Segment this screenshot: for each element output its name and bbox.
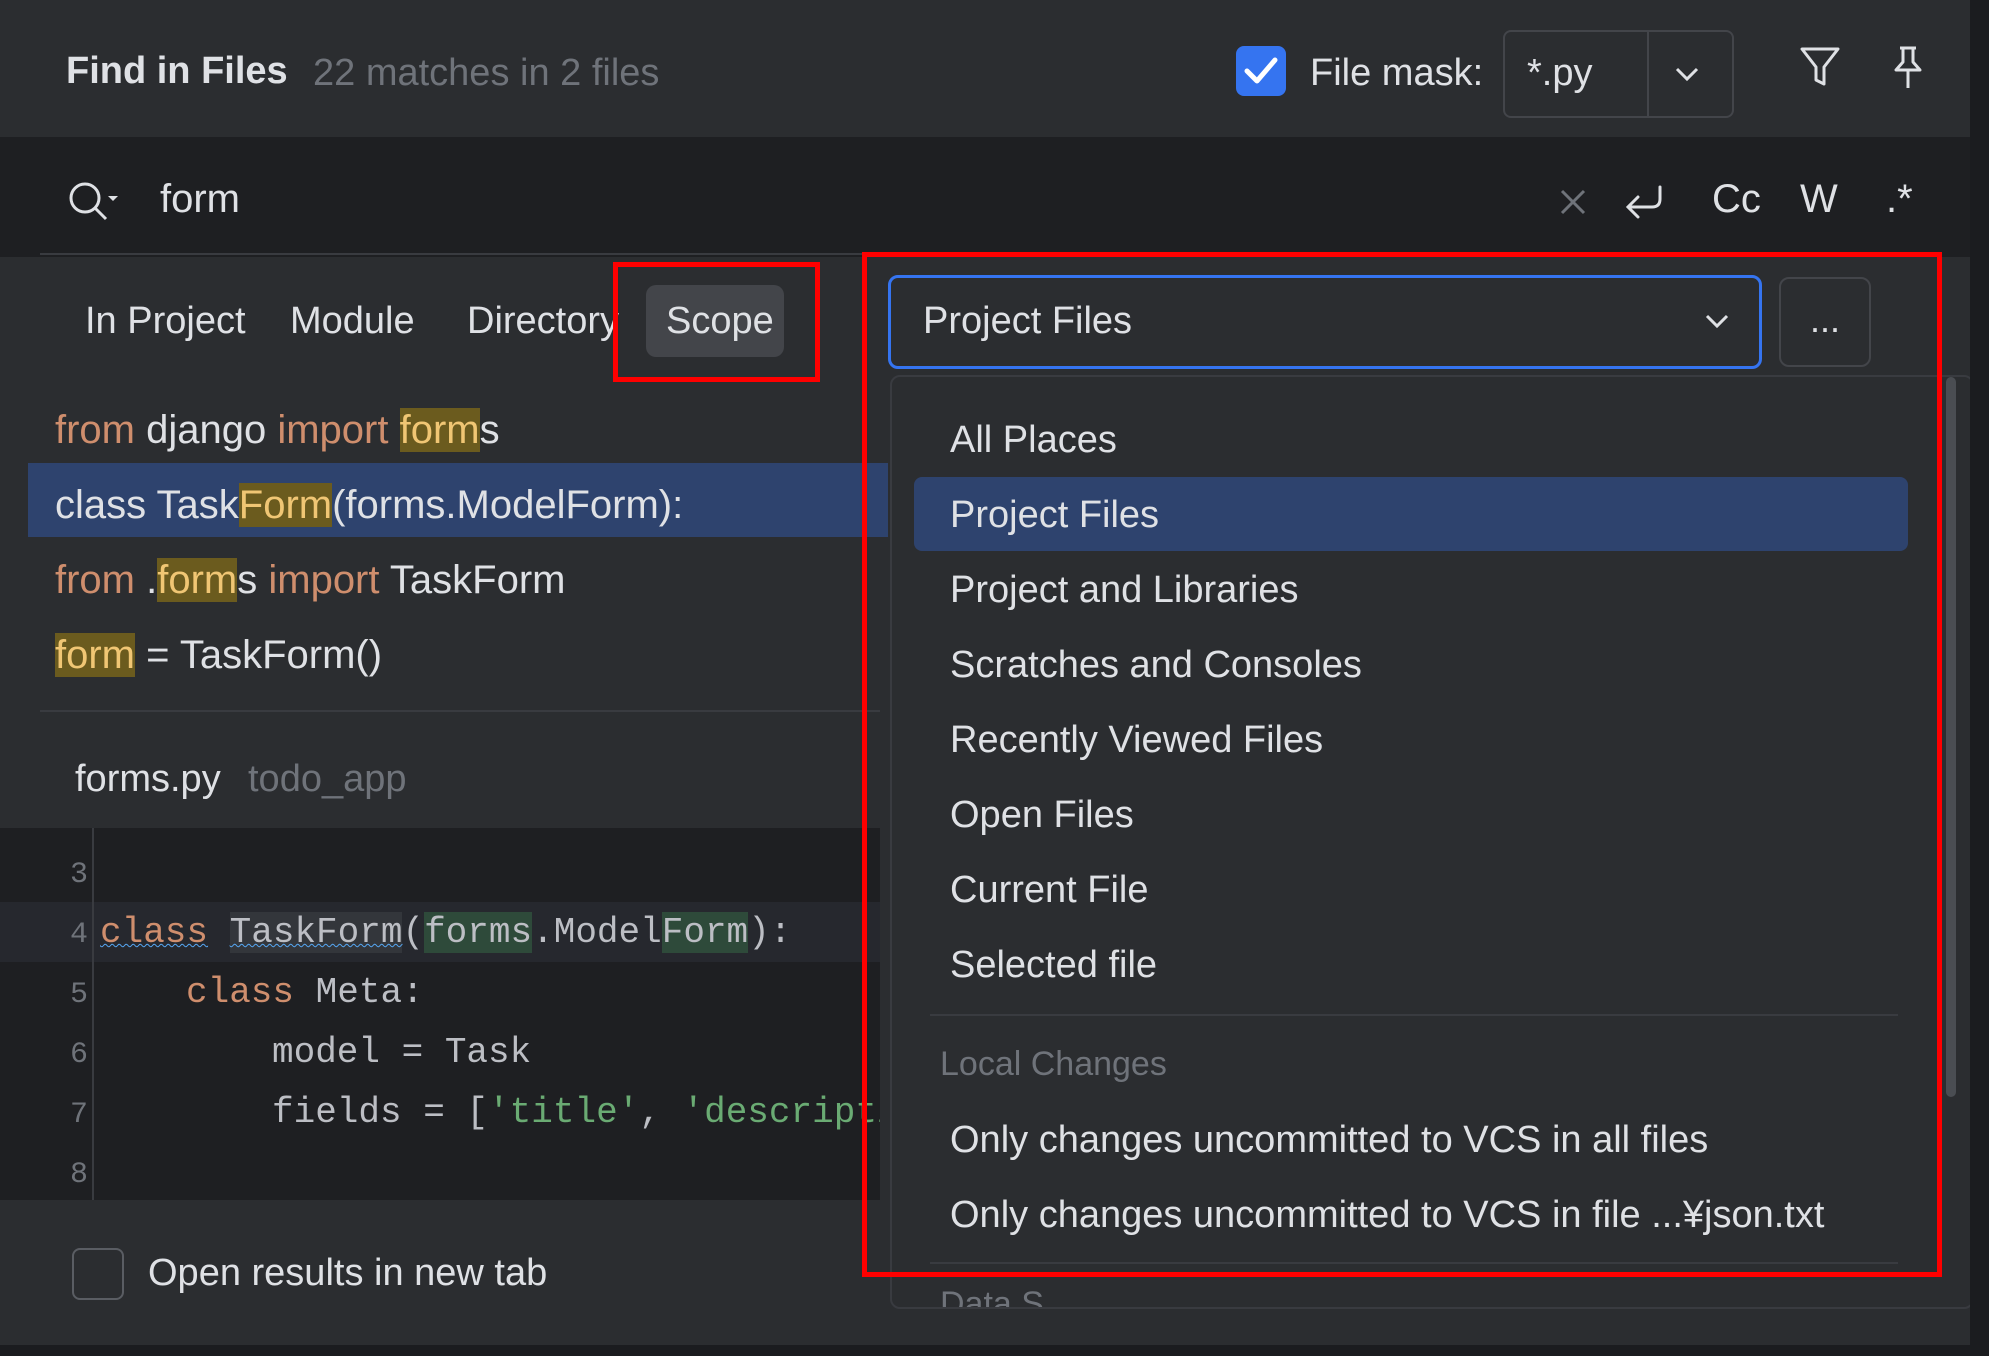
search-input[interactable] — [160, 177, 1460, 222]
code-preview[interactable]: 3 4 class TaskForm(forms.ModelForm): 5 c… — [0, 828, 880, 1200]
regex-toggle[interactable]: .* — [1886, 177, 1913, 222]
match-case-toggle[interactable]: Cc — [1712, 177, 1761, 222]
code-line: fields = ['title', 'descripti — [272, 1092, 880, 1133]
scope-option-clipped[interactable]: Data S... — [940, 1285, 1072, 1307]
gutter-divider — [92, 828, 94, 1200]
tab-module[interactable]: Module — [290, 300, 415, 343]
result-row[interactable]: from .forms import TaskForm — [55, 558, 565, 603]
popup-scrollbar[interactable] — [1946, 377, 1956, 1097]
match-count: 22 matches in 2 files — [313, 52, 660, 94]
line-number: 6 — [69, 1038, 88, 1072]
divider — [40, 253, 880, 255]
newline-icon[interactable] — [1620, 181, 1670, 225]
line-number: 4 — [69, 918, 88, 952]
result-row-selected[interactable]: class TaskForm(forms.ModelForm): — [55, 483, 683, 528]
file-mask-value[interactable]: *.py — [1527, 52, 1592, 95]
file-mask-checkbox[interactable] — [1236, 46, 1286, 96]
whole-words-toggle[interactable]: W — [1800, 177, 1838, 222]
match-highlight: form — [55, 633, 135, 677]
match-highlight: form — [157, 558, 238, 602]
code-line: class TaskForm(forms.ModelForm): — [100, 912, 792, 953]
annotation-box-scope-dropdown — [862, 252, 1942, 1277]
match-highlight: Form — [238, 483, 333, 527]
divider — [40, 710, 880, 712]
window-edge — [0, 1345, 1989, 1356]
search-icon[interactable] — [66, 179, 122, 225]
search-row: Cc W .* — [0, 137, 1989, 257]
tab-in-project[interactable]: In Project — [85, 300, 246, 343]
window-edge — [1970, 0, 1989, 1356]
filter-icon[interactable] — [1798, 44, 1842, 90]
match-highlight: form — [399, 408, 480, 452]
file-mask-label: File mask: — [1310, 52, 1484, 94]
result-row[interactable]: form = TaskForm() — [55, 633, 382, 678]
annotation-box-scope-tab — [613, 262, 820, 382]
clear-icon[interactable] — [1558, 187, 1588, 217]
file-mask-combo[interactable]: *.py — [1503, 30, 1734, 118]
result-row[interactable]: from django import forms — [55, 408, 500, 453]
preview-file-name: forms.py — [75, 758, 221, 800]
preview-file-path: todo_app — [248, 758, 407, 800]
combo-divider — [1647, 32, 1649, 116]
code-line: class Meta: — [186, 972, 424, 1013]
tab-directory[interactable]: Directory — [467, 300, 619, 343]
open-new-tab-label[interactable]: Open results in new tab — [148, 1252, 547, 1295]
line-number: 8 — [69, 1158, 88, 1192]
code-line: model = Task — [272, 1032, 532, 1073]
checkmark-icon — [1244, 57, 1278, 84]
open-new-tab-checkbox[interactable] — [72, 1248, 124, 1300]
line-number: 7 — [69, 1098, 88, 1132]
pin-icon[interactable] — [1888, 44, 1928, 92]
chevron-down-icon[interactable] — [1671, 58, 1703, 90]
line-number: 5 — [69, 978, 88, 1012]
dialog-title: Find in Files — [66, 50, 288, 92]
line-number: 3 — [69, 858, 88, 892]
